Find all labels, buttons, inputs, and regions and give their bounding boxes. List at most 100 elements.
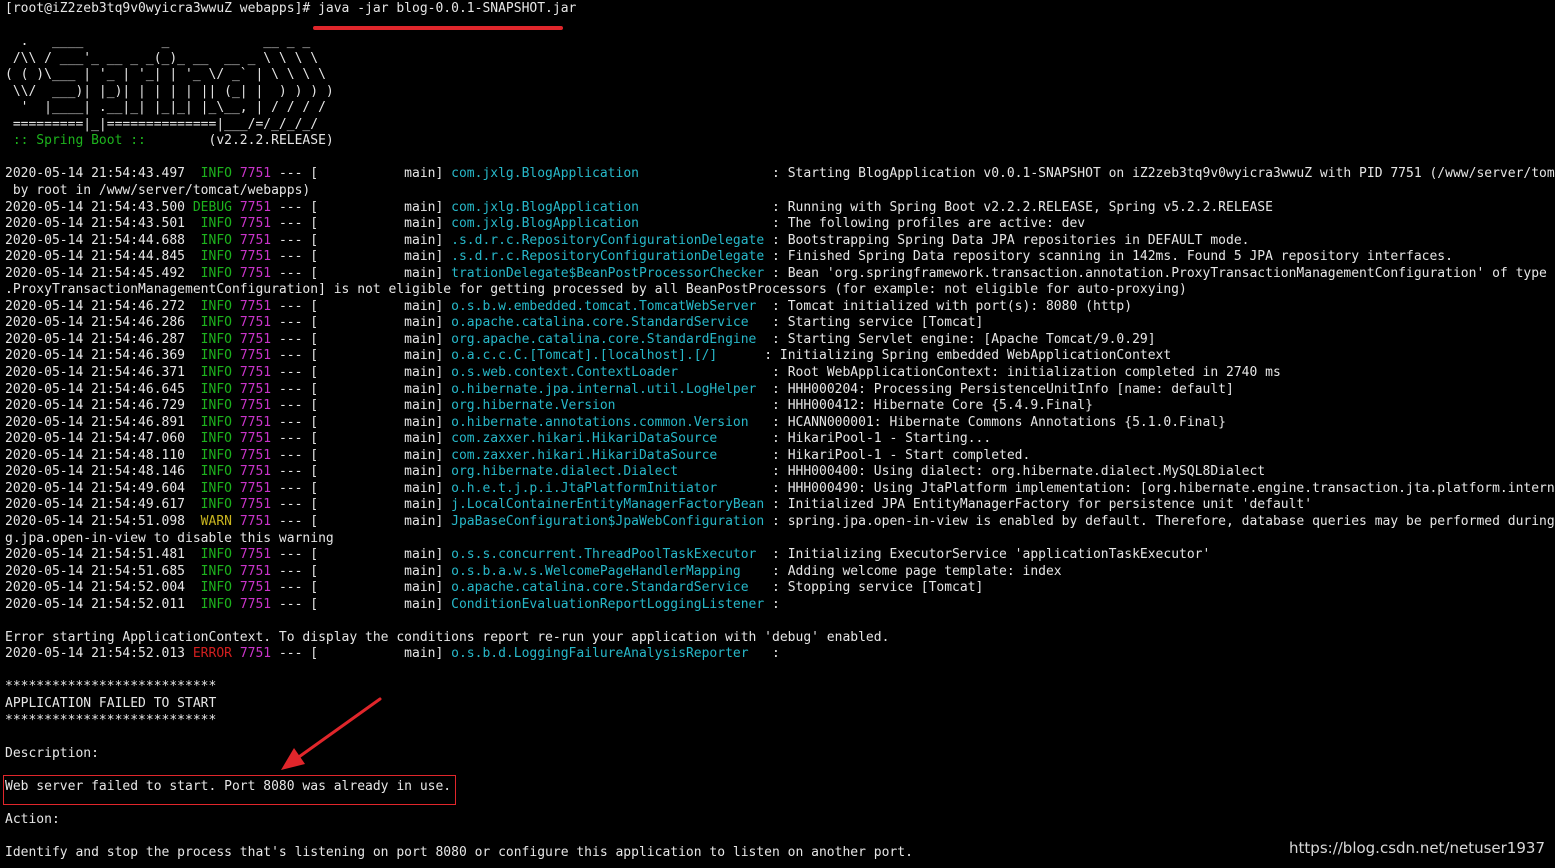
terminal-line: 2020-05-14 21:54:52.011 INFO 7751 --- [ … [5,597,1555,614]
terminal-text-segment: 2020-05-14 21:54:44.845 [5,249,201,265]
terminal-text-segment: --- [ main] [271,464,452,480]
terminal-text-segment: 2020-05-14 21:54:43.500 [5,199,193,215]
terminal-text-segment: : Starting BlogApplication v0.0.1-SNAPSH… [764,166,1555,182]
terminal-text-segment: 2020-05-14 21:54:46.272 [5,298,201,314]
terminal-text-segment: 7751 [239,563,272,579]
terminal-line: 2020-05-14 21:54:52.013 ERROR 7751 --- [… [5,646,1555,663]
terminal-text-segment: *************************** [5,712,217,728]
terminal-text-segment: --- [ main] [271,265,452,281]
terminal-line: 2020-05-14 21:54:46.891 INFO 7751 --- [ … [5,415,1555,432]
terminal-text-segment: 2020-05-14 21:54:43.497 [5,166,201,182]
terminal-text-segment: : Initialized JPA EntityManagerFactory f… [764,497,1313,513]
terminal-text-segment: o.apache.catalina.core.StandardService [451,580,765,596]
terminal-text-segment: Error starting ApplicationContext. To di… [5,629,890,645]
terminal-text-segment: --- [ main] [271,331,452,347]
terminal-text-segment: 7751 [239,497,272,513]
terminal-line: g.jpa.open-in-view to disable this warni… [5,531,1555,548]
terminal-text-segment: com.zaxxer.hikari.HikariDataSource [451,431,765,447]
terminal-text-segment: .s.d.r.c.RepositoryConfigurationDelegate [451,232,765,248]
terminal-line: 2020-05-14 21:54:44.688 INFO 7751 --- [ … [5,233,1555,250]
terminal-text-segment: --- [ main] [271,166,452,182]
terminal-text-segment: o.hibernate.annotations.common.Version [451,414,765,430]
terminal-text-segment: . ____ _ __ _ _ [5,34,311,50]
terminal-text-segment: --- [ main] [271,315,452,331]
terminal-text-segment: 7751 [239,331,272,347]
terminal-text-segment: INFO [200,249,232,265]
terminal-text-segment: :: Spring Boot :: [5,133,154,149]
terminal-text-segment: APPLICATION FAILED TO START [5,695,217,711]
terminal-text-segment: o.hibernate.jpa.internal.util.LogHelper [451,381,765,397]
terminal-text-segment: INFO [200,414,232,430]
terminal-text-segment: --- [ main] [271,580,452,596]
terminal-text-segment: com.jxlg.BlogApplication [451,216,765,232]
terminal-line: 2020-05-14 21:54:52.004 INFO 7751 --- [ … [5,580,1555,597]
terminal-text-segment: : Adding welcome page template: index [764,563,1062,579]
terminal-text-segment: 2020-05-14 21:54:46.645 [5,381,201,397]
terminal-line: 2020-05-14 21:54:48.110 INFO 7751 --- [ … [5,448,1555,465]
terminal-text-segment: [root@iZ2zeb3tq9v0wyicra3wwuZ webapps]# [5,1,319,16]
terminal-line: 2020-05-14 21:54:46.369 INFO 7751 --- [ … [5,348,1555,365]
terminal-line: [root@iZ2zeb3tq9v0wyicra3wwuZ webapps]# … [5,1,1555,18]
terminal-text-segment: INFO [200,232,232,248]
terminal-text-segment: 2020-05-14 21:54:46.891 [5,414,201,430]
terminal-text-segment: : [764,596,780,612]
terminal-text-segment: by root in /www/server/tomcat/webapps) [5,183,311,199]
terminal-text-segment: INFO [200,166,232,182]
terminal-text-segment: INFO [200,331,232,347]
terminal-line: :: Spring Boot :: (v2.2.2.RELEASE) [5,133,1555,150]
terminal-text-segment: 7751 [239,480,272,496]
terminal-line: 2020-05-14 21:54:43.497 INFO 7751 --- [ … [5,166,1555,183]
terminal-text-segment: 7751 [239,315,272,331]
terminal-text-segment: 2020-05-14 21:54:52.011 [5,596,201,612]
terminal-text-segment: 7751 [239,265,272,281]
terminal-text-segment: \\/ ___)| |_)| | | | | || (_| | ) ) ) ) [5,83,334,99]
terminal-text-segment: java -jar blog-0.0.1-SNAPSHOT.jar [318,1,577,16]
terminal-text-segment: DEBUG [192,199,232,215]
terminal-text-segment: : HHH000412: Hibernate Core {5.4.9.Final… [764,398,1093,414]
watermark-text: https://blog.csdn.net/netuser1937 [1289,839,1545,857]
terminal-text-segment: 7751 [239,199,272,215]
terminal-text-segment: --- [ main] [271,348,452,364]
terminal-text-segment: 7751 [239,381,272,397]
terminal-text-segment: 7751 [239,464,272,480]
terminal-line: 2020-05-14 21:54:43.500 DEBUG 7751 --- [… [5,200,1555,217]
terminal-text-segment: : Initializing ExecutorService 'applicat… [764,547,1211,563]
terminal-text-segment: o.s.b.d.LoggingFailureAnalysisReporter [451,646,765,662]
terminal-text-segment: --- [ main] [271,563,452,579]
terminal-output[interactable]: [root@iZ2zeb3tq9v0wyicra3wwuZ webapps]# … [5,1,1555,868]
terminal-line: 2020-05-14 21:54:46.645 INFO 7751 --- [ … [5,382,1555,399]
terminal-text-segment: 7751 [239,547,272,563]
terminal-text-segment: --- [ main] [271,216,452,232]
terminal-text-segment: : Starting service [Tomcat] [764,315,984,331]
terminal-text-segment: INFO [200,381,232,397]
terminal-line: 2020-05-14 21:54:46.729 INFO 7751 --- [ … [5,398,1555,415]
terminal-text-segment: 7751 [239,646,272,662]
terminal-text-segment: 2020-05-14 21:54:46.287 [5,331,201,347]
terminal-text-segment: 7751 [239,348,272,364]
terminal-text-segment: com.jxlg.BlogApplication [451,199,765,215]
terminal-text-segment: --- [ main] [271,249,452,265]
terminal-text-segment: 7751 [239,447,272,463]
terminal-text-segment: INFO [200,265,232,281]
terminal-text-segment: --- [ main] [271,547,452,563]
terminal-line: 2020-05-14 21:54:51.098 WARN 7751 --- [ … [5,514,1555,531]
terminal-text-segment: ConditionEvaluationReportLoggingListener [451,596,765,612]
terminal-line: 2020-05-14 21:54:46.272 INFO 7751 --- [ … [5,299,1555,316]
terminal-text-segment: 2020-05-14 21:54:51.098 [5,513,201,529]
terminal-text-segment: --- [ main] [271,381,452,397]
terminal-text-segment: o.s.b.a.w.s.WelcomePageHandlerMapping [451,563,765,579]
terminal-text-segment: 7751 [239,513,272,529]
terminal-text-segment: o.a.c.c.C.[Tomcat].[localhost].[/] [451,348,757,364]
terminal-text-segment: 2020-05-14 21:54:51.685 [5,563,201,579]
terminal-line: 2020-05-14 21:54:46.371 INFO 7751 --- [ … [5,365,1555,382]
terminal-line: . ____ _ __ _ _ [5,34,1555,51]
terminal-line: Action: [5,812,1555,829]
